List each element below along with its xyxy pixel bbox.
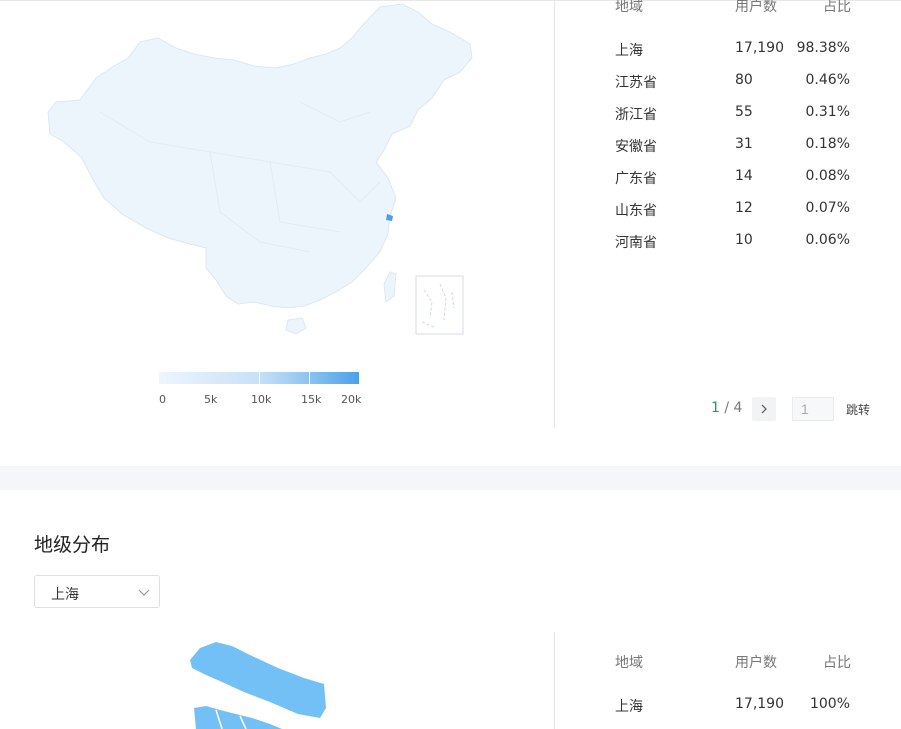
- cell-ratio: 98.38%: [796, 40, 850, 56]
- cell-ratio: 0.08%: [805, 168, 850, 184]
- cell-region: 广东省: [615, 171, 657, 187]
- cell-ratio: 0.46%: [805, 72, 850, 88]
- shanghai-highlight: [386, 214, 393, 221]
- city-table-header: 地域 用户数 占比: [615, 652, 855, 672]
- header-region: 地域: [615, 0, 643, 15]
- header-ratio: 占比: [823, 0, 851, 15]
- panel-divider: [554, 632, 555, 729]
- section-title: 地级分布: [34, 534, 111, 556]
- page-separator: /: [719, 400, 734, 416]
- legend-divider: [309, 372, 310, 384]
- cell-users: 17,190: [735, 696, 784, 712]
- cell-users: 14: [735, 168, 753, 184]
- cell-region: 上海: [615, 699, 643, 715]
- legend-label: 20k: [341, 393, 362, 406]
- panel-divider: [554, 0, 555, 428]
- table-row[interactable]: 山东省 12 0.07%: [615, 200, 855, 222]
- south-china-sea-inset: [415, 275, 464, 335]
- cell-users: 12: [735, 200, 753, 216]
- chevron-right-icon: [761, 404, 767, 414]
- cell-region: 安徽省: [615, 139, 657, 155]
- chevron-down-icon: [138, 589, 150, 596]
- cell-ratio: 0.18%: [805, 136, 850, 152]
- shanghai-mainland-shape: [194, 706, 282, 729]
- cell-ratio: 0.07%: [805, 200, 850, 216]
- legend-label: 15k: [301, 393, 322, 406]
- selected-region: 上海: [51, 587, 79, 603]
- region-select[interactable]: 上海: [34, 575, 160, 608]
- page-jump-input[interactable]: [792, 397, 834, 421]
- cell-users: 10: [735, 232, 753, 248]
- cell-users: 80: [735, 72, 753, 88]
- page-indicator: 1 / 4: [711, 400, 742, 416]
- china-map[interactable]: [40, 2, 480, 342]
- shanghai-map[interactable]: [186, 638, 331, 729]
- cell-region: 上海: [615, 43, 643, 59]
- cell-region: 河南省: [615, 235, 657, 251]
- cell-users: 55: [735, 104, 753, 120]
- legend-divider: [259, 372, 260, 384]
- taiwan-shape: [383, 271, 397, 303]
- table-row[interactable]: 安徽省 31 0.18%: [615, 136, 855, 158]
- section-separator: [0, 466, 901, 490]
- cell-users: 31: [735, 136, 753, 152]
- header-ratio: 占比: [823, 655, 851, 671]
- table-row[interactable]: 广东省 14 0.08%: [615, 168, 855, 190]
- legend-label: 5k: [204, 393, 218, 406]
- legend-label: 10k: [251, 393, 272, 406]
- table-row[interactable]: 河南省 10 0.06%: [615, 232, 855, 254]
- cell-ratio: 0.31%: [805, 104, 850, 120]
- cell-region: 江苏省: [615, 75, 657, 91]
- current-page: 1: [711, 400, 720, 416]
- header-region: 地域: [615, 655, 643, 671]
- table-row[interactable]: 上海 17,190 98.38%: [615, 40, 855, 62]
- legend-label: 0: [159, 393, 166, 406]
- jump-button[interactable]: 跳转: [846, 401, 870, 418]
- cell-region: 山东省: [615, 203, 657, 219]
- cell-users: 17,190: [735, 40, 784, 56]
- province-table-header: 地域 用户数 占比: [615, 0, 855, 16]
- header-users: 用户数: [735, 0, 777, 15]
- next-page-button[interactable]: [752, 397, 776, 421]
- total-pages: 4: [733, 400, 743, 416]
- cell-ratio: 0.06%: [805, 232, 850, 248]
- chongming-island-shape: [190, 642, 326, 718]
- table-row[interactable]: 上海 17,190 100%: [615, 696, 855, 718]
- cell-ratio: 100%: [809, 696, 850, 712]
- table-row[interactable]: 浙江省 55 0.31%: [615, 104, 855, 126]
- table-row[interactable]: 江苏省 80 0.46%: [615, 72, 855, 94]
- hainan-shape: [285, 317, 307, 335]
- cell-region: 浙江省: [615, 107, 657, 123]
- header-users: 用户数: [735, 655, 777, 671]
- china-mainland-shape: [47, 3, 473, 309]
